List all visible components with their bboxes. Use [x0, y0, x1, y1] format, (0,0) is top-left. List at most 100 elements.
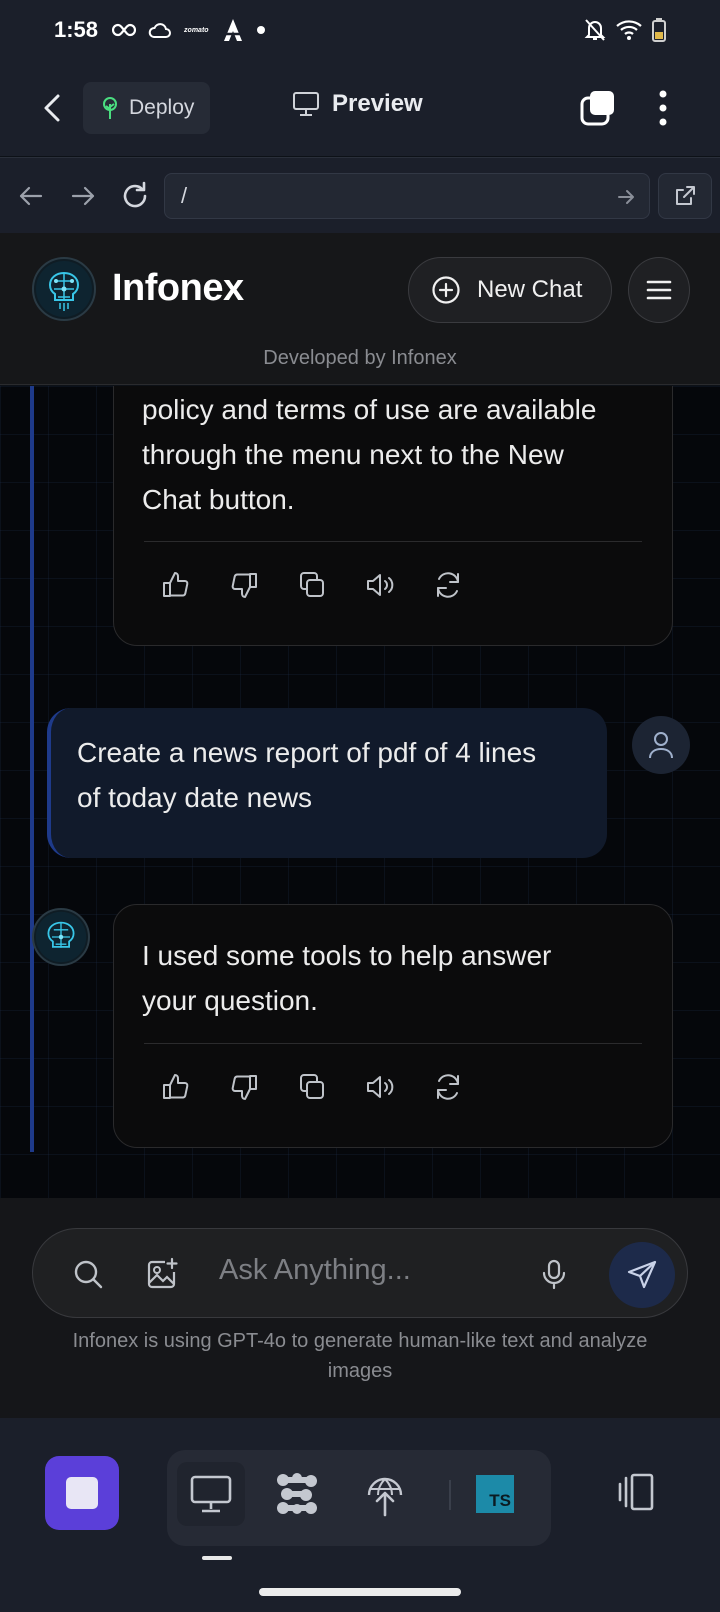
panel-toggle-button[interactable] — [612, 1472, 660, 1512]
search-icon — [74, 1260, 103, 1289]
arrow-right-icon — [71, 186, 95, 206]
chat-area[interactable]: policy and terms of use are available th… — [0, 386, 720, 1198]
bell-muted-icon — [584, 19, 606, 41]
url-go-button[interactable] — [615, 186, 637, 208]
app-bar: Deploy Preview — [0, 60, 720, 156]
tabs-icon — [580, 91, 614, 126]
brain-chip-icon — [36, 261, 92, 317]
message-line: your question. — [142, 985, 318, 1016]
deploy-label: Deploy — [129, 96, 195, 119]
message-input[interactable]: Ask Anything... — [219, 1254, 411, 1287]
dot-icon — [256, 26, 265, 34]
send-button[interactable] — [609, 1242, 675, 1308]
app-a-icon — [222, 19, 243, 41]
ai-avatar — [32, 908, 90, 966]
reload-icon — [123, 181, 147, 208]
home-indicator[interactable] — [259, 1588, 461, 1596]
copy-button[interactable] — [292, 1067, 332, 1107]
reload-button[interactable] — [118, 179, 152, 213]
stop-button[interactable] — [45, 1456, 119, 1530]
cluster-icon — [277, 1473, 317, 1514]
monitor-icon — [293, 92, 319, 116]
read-aloud-button[interactable] — [360, 565, 400, 605]
typescript-icon: TS — [476, 1475, 514, 1513]
plus-circle-icon — [432, 276, 460, 304]
url-input[interactable]: / — [164, 173, 650, 219]
tool-switcher: TS — [167, 1450, 551, 1546]
nav-forward-button[interactable] — [66, 179, 100, 213]
regenerate-button[interactable] — [428, 565, 468, 605]
thumbs-up-button[interactable] — [156, 1067, 196, 1107]
message-actions — [156, 1067, 468, 1107]
read-aloud-button[interactable] — [360, 1067, 400, 1107]
infinity-icon — [112, 23, 137, 37]
message-input-container[interactable]: Ask Anything... — [32, 1228, 688, 1318]
back-button[interactable] — [36, 90, 72, 126]
new-chat-label: New Chat — [477, 276, 583, 303]
toolbar-separator — [449, 1480, 451, 1510]
speaker-icon — [367, 574, 394, 596]
deploy-tree-icon — [103, 97, 117, 119]
thumbs-down-button[interactable] — [224, 1067, 264, 1107]
refresh-icon — [437, 572, 459, 598]
add-image-button[interactable] — [145, 1257, 179, 1291]
message-divider — [144, 1043, 642, 1044]
tool-preview-tab[interactable] — [177, 1462, 245, 1526]
url-bar: / — [0, 157, 720, 233]
thumbs-down-icon — [231, 1075, 257, 1100]
tabs-button[interactable] — [578, 88, 618, 128]
copy-icon — [300, 572, 324, 597]
hamburger-icon — [646, 280, 672, 300]
composer: Ask Anything... Infonex is using GPT-4o … — [0, 1198, 720, 1418]
brain-chip-icon — [35, 911, 87, 963]
arrow-right-small-icon — [618, 190, 634, 204]
tool-workflow-tab[interactable] — [263, 1462, 331, 1526]
message-divider — [144, 541, 642, 542]
thumbs-up-icon — [163, 572, 189, 597]
developed-by-subtitle: Developed by Infonex — [263, 347, 457, 369]
tool-typescript-tab[interactable]: TS — [461, 1462, 529, 1526]
stop-icon — [66, 1477, 98, 1509]
disclaimer-line: Infonex is using GPT-4o to generate huma… — [72, 1330, 648, 1352]
user-message: Create a news report of pdf of 4 lines o… — [47, 708, 607, 858]
search-button[interactable] — [71, 1257, 105, 1291]
brand-logo — [32, 257, 96, 321]
status-time: 1:58 — [54, 17, 99, 42]
microphone-icon — [542, 1259, 566, 1290]
status-bar: 1:58 zomato — [0, 0, 720, 60]
arrow-left-icon — [19, 186, 43, 206]
more-options-button[interactable] — [648, 88, 678, 128]
preview-title: Preview — [292, 90, 423, 118]
disclaimer-line: images — [327, 1360, 393, 1382]
active-tab-indicator — [202, 1556, 232, 1560]
battery-icon — [652, 18, 666, 42]
new-chat-button[interactable]: New Chat — [408, 257, 612, 323]
model-disclaimer: Infonex is using GPT-4o to generate huma… — [30, 1326, 690, 1386]
copy-button[interactable] — [292, 565, 332, 605]
refresh-icon — [437, 1074, 459, 1100]
user-icon — [649, 732, 673, 759]
menu-button[interactable] — [628, 257, 690, 323]
message-line: I used some tools to help answer — [142, 940, 552, 971]
chevron-left-icon — [44, 94, 60, 122]
message-line: policy and terms of use are available — [142, 394, 597, 425]
thumbs-up-icon — [163, 1074, 189, 1099]
thumbs-down-icon — [231, 573, 257, 598]
deploy-button[interactable]: Deploy — [83, 82, 211, 134]
ai-message: policy and terms of use are available th… — [113, 386, 673, 646]
cloud-icon — [148, 23, 172, 38]
thumbs-down-button[interactable] — [224, 565, 264, 605]
preview-label: Preview — [332, 90, 423, 117]
microphone-button[interactable] — [537, 1257, 571, 1291]
message-actions — [156, 565, 468, 605]
deploy-globe-icon — [367, 1477, 403, 1517]
thumbs-up-button[interactable] — [156, 565, 196, 605]
open-external-button[interactable] — [658, 173, 712, 219]
tool-deploy-tab[interactable] — [351, 1462, 419, 1526]
more-vertical-icon — [659, 90, 667, 126]
nav-back-button[interactable] — [14, 179, 48, 213]
site-header: Infonex New Chat Developed by Infonex — [0, 233, 720, 385]
message-line: Chat button. — [142, 484, 295, 515]
ai-message: I used some tools to help answer your qu… — [113, 904, 673, 1148]
regenerate-button[interactable] — [428, 1067, 468, 1107]
